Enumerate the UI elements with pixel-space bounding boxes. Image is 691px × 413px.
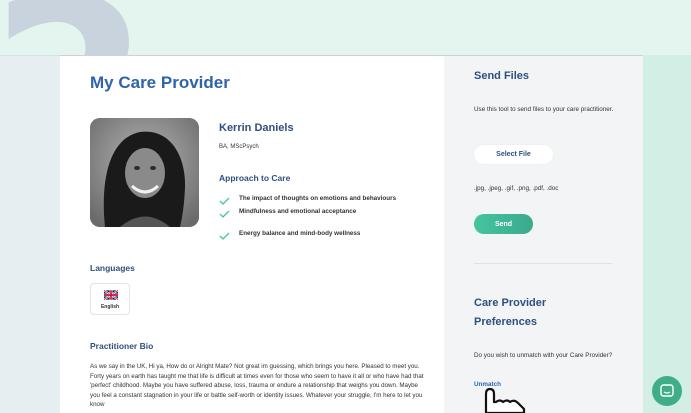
check-icon — [219, 232, 230, 240]
approach-list: The impact of thoughts on emotions and b… — [219, 194, 419, 240]
chat-launcher-button[interactable] — [652, 376, 682, 406]
provider-qualifications: BA, MScPsych — [219, 144, 259, 150]
language-chip-english: English — [90, 283, 130, 315]
send-button[interactable]: Send — [474, 214, 533, 234]
preferences-title: Care Provider Preferences — [474, 297, 547, 328]
approach-item-label: The impact of thoughts on emotions and b… — [239, 195, 397, 202]
preferences-description: Do you wish to unmatch with your Care Pr… — [474, 352, 613, 359]
left-margin — [0, 55, 60, 413]
bio-text: As we say in the UK, Hi ya, How do or Al… — [90, 363, 424, 408]
care-provider-card: My Care Provider Kerrin Daniels BA, MScP… — [60, 56, 444, 413]
approach-item-label: Energy balance and mind-body wellness — [239, 230, 361, 237]
page-title: My Care Provider — [90, 73, 230, 92]
select-file-button[interactable]: Select File — [474, 145, 553, 164]
approach-item: Mindfulness and emotional acceptance — [219, 207, 419, 218]
approach-item: Energy balance and mind-body wellness — [219, 229, 419, 240]
chat-icon — [660, 384, 674, 397]
unmatch-link[interactable]: Unmatch — [474, 381, 501, 388]
hand-cursor-icon — [484, 388, 526, 413]
check-icon — [219, 210, 230, 218]
send-files-title: Send Files — [474, 70, 530, 82]
language-label: English — [100, 304, 120, 310]
languages-heading: Languages — [90, 263, 135, 273]
provider-name: Kerrin Daniels — [219, 122, 294, 134]
bio-heading: Practitioner Bio — [90, 341, 154, 351]
uk-flag-icon — [104, 290, 118, 300]
allowed-file-types: .jpg, .jpeg, .gif, .png, .pdf, .doc — [474, 185, 559, 192]
approach-item-label: Mindfulness and emotional acceptance — [239, 208, 357, 215]
right-margin — [643, 55, 691, 413]
divider — [474, 263, 612, 264]
check-icon — [219, 197, 230, 205]
approach-heading: Approach to Care — [219, 173, 291, 183]
approach-item: The impact of thoughts on emotions and b… — [219, 194, 419, 205]
provider-avatar — [90, 118, 199, 227]
send-files-description: Use this tool to send files to your care… — [474, 106, 614, 113]
side-panel: Send Files Use this tool to send files t… — [444, 56, 643, 413]
